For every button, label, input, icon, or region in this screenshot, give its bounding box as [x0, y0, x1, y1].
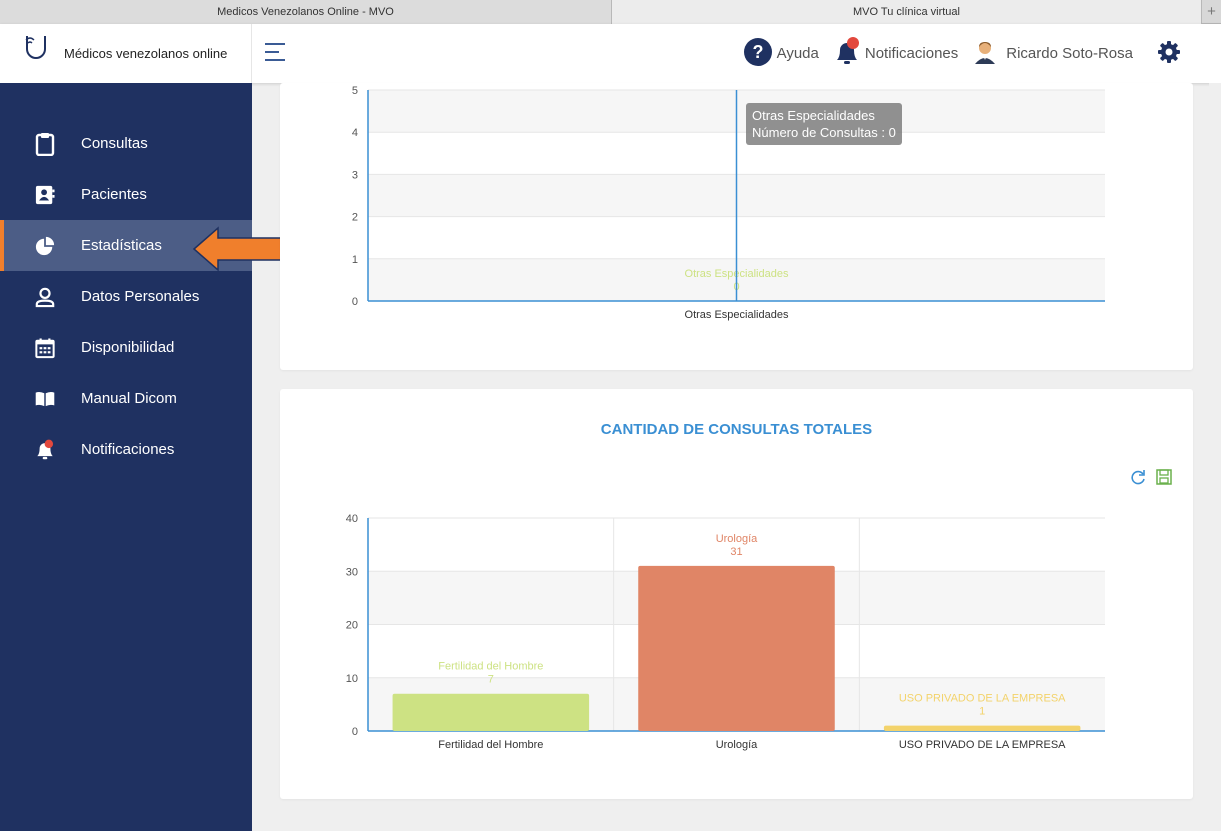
browser-tab-2[interactable]: MVO Tu clínica virtual	[612, 0, 1202, 24]
sidebar-item-disponibilidad[interactable]: Disponibilidad	[0, 322, 252, 373]
sidebar-item-datos-personales[interactable]: Datos Personales	[0, 271, 252, 322]
y-tick-label: 0	[352, 296, 358, 308]
settings-button[interactable]	[1157, 40, 1181, 68]
brand[interactable]: Médicos venezolanos online	[0, 24, 252, 83]
y-tick-label: 30	[346, 566, 358, 578]
y-tick-label: 3	[352, 169, 358, 181]
browser-tab-1-label: Medicos Venezolanos Online - MVO	[217, 6, 394, 18]
browser-tab-1[interactable]: Medicos Venezolanos Online - MVO	[0, 0, 612, 24]
orange-arrow-annotation	[192, 226, 288, 272]
sidebar-item-consultas[interactable]: Consultas	[0, 118, 252, 169]
chart-tooltip: Otras Especialidades Número de Consultas…	[746, 103, 902, 145]
sidebar-item-label: Disponibilidad	[81, 339, 175, 356]
sidebar: Consultas Pacientes Estadísticas Datos P…	[0, 83, 252, 831]
tooltip-value: Número de Consultas : 0	[752, 125, 896, 140]
sidebar-item-label: Consultas	[81, 135, 148, 152]
help-label: Ayuda	[776, 45, 819, 62]
x-tick-label: USO PRIVADO DE LA EMPRESA	[899, 739, 1066, 751]
bar-chart-consultas-totales: 0 10 20 30 40 Fertilidad del Hombre Fertilidad…	[346, 513, 1105, 751]
x-tick-label: Fertilidad del Hombre	[438, 739, 543, 751]
sidebar-item-notificaciones[interactable]: Notificaciones	[0, 424, 252, 475]
data-label-name: Fertilidad del Hombre	[438, 661, 543, 673]
browser-tab-bar: Medicos Venezolanos Online - MVO MVO Tu …	[0, 0, 1221, 24]
avatar	[972, 39, 998, 69]
stethoscope-logo-icon	[24, 34, 56, 73]
bell-icon	[833, 36, 861, 71]
data-label-value: 31	[730, 546, 742, 558]
page-scrollbar[interactable]	[1209, 83, 1221, 831]
svg-text:?: ?	[752, 42, 763, 62]
bar-1	[638, 565, 835, 731]
user-menu[interactable]: Ricardo Soto-Rosa	[972, 39, 1133, 69]
y-tick-label: 20	[346, 620, 358, 632]
sidebar-nav: Consultas Pacientes Estadísticas Datos P…	[0, 118, 252, 475]
bar-chart-otras-especialidades: 012345Otras EspecialidadesOtras Especial…	[352, 85, 1105, 321]
data-label-name: Urología	[716, 533, 758, 545]
data-label-value: 1	[979, 706, 985, 718]
sidebar-item-label: Manual Dicom	[81, 390, 177, 407]
sidebar-item-label: Datos Personales	[81, 288, 200, 305]
user-name: Ricardo Soto-Rosa	[1006, 45, 1133, 62]
sidebar-item-label: Estadísticas	[81, 237, 162, 254]
new-tab-button[interactable]: +	[1202, 0, 1221, 23]
notifications-label: Notificaciones	[864, 45, 959, 62]
top-header: Médicos venezolanos online ? Ayuda Notif…	[0, 24, 1221, 83]
data-label-name: USO PRIVADO DE LA EMPRESA	[899, 693, 1066, 705]
y-tick-label: 5	[352, 85, 358, 97]
pie-chart-icon	[35, 235, 55, 257]
y-tick-label: 40	[346, 513, 358, 525]
bar-2	[883, 725, 1081, 731]
contact-book-icon	[35, 184, 55, 206]
notifications-link[interactable]: Notificaciones	[833, 36, 959, 71]
bell-icon	[35, 439, 55, 461]
brand-name: Médicos venezolanos online	[64, 46, 228, 61]
y-tick-label: 4	[352, 127, 358, 139]
sidebar-item-pacientes[interactable]: Pacientes	[0, 169, 252, 220]
y-tick-label: 2	[352, 212, 358, 224]
book-icon	[35, 388, 55, 410]
chart-card-otras-especialidades: 0 1 2 3 4 5 Otras Especialidades Otras Especial…	[280, 83, 1193, 370]
menu-toggle-icon[interactable]	[265, 43, 285, 63]
bar-0	[392, 693, 590, 731]
user-icon	[35, 286, 55, 308]
browser-tab-2-label: MVO Tu clínica virtual	[853, 6, 960, 18]
sidebar-item-label: Notificaciones	[81, 441, 175, 458]
y-tick-label: 0	[352, 726, 358, 738]
y-tick-label: 1	[352, 254, 358, 266]
help-link[interactable]: ? Ayuda	[743, 37, 819, 71]
sidebar-item-manual-dicom[interactable]: Manual Dicom	[0, 373, 252, 424]
x-tick-label: Urología	[716, 739, 758, 751]
x-tick-label: Otras Especialidades	[685, 309, 789, 321]
calendar-icon	[35, 337, 55, 359]
gear-icon	[1157, 40, 1181, 68]
tooltip-title: Otras Especialidades	[752, 108, 875, 123]
chart-card-consultas-totales: CANTIDAD DE CONSULTAS TOTALES 0 10 20 30 40 F…	[280, 389, 1193, 799]
sidebar-item-label: Pacientes	[81, 186, 147, 203]
data-label-value: 7	[488, 674, 494, 686]
help-icon: ?	[743, 37, 773, 71]
clipboard-icon	[35, 132, 55, 156]
y-tick-label: 10	[346, 673, 358, 685]
